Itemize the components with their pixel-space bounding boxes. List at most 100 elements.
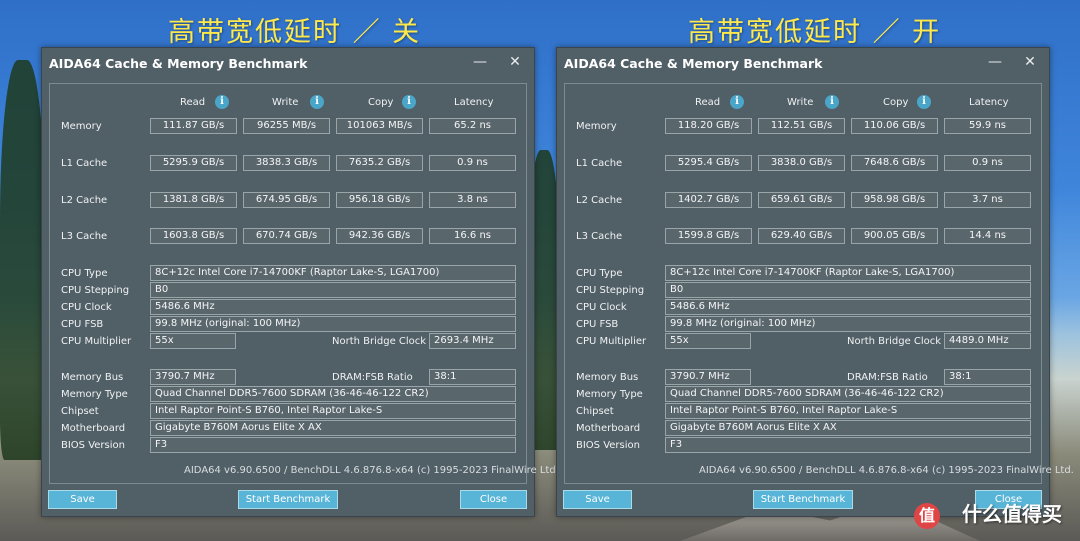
title-bar[interactable]: AIDA64 Cache & Memory Benchmark — ✕ [557,48,1049,78]
memory-bus-value: 3790.7 MHz [665,369,751,385]
caption-right: 高带宽低延时 ／ 开 [688,17,942,48]
chipset-label: Chipset [576,406,614,417]
memory-bus-label: Memory Bus [61,372,124,383]
watermark-text: 什么值得买 [962,502,1062,526]
memory-read-value: 111.87 GB/s [150,118,237,134]
motherboard-label: Motherboard [576,423,641,434]
info-icon[interactable]: i [310,95,324,109]
l2-write-value: 674.95 GB/s [243,192,330,208]
row-label-l1: L1 Cache [576,158,623,169]
l3-copy-value: 900.05 GB/s [851,228,938,244]
l1-copy-value: 7635.2 GB/s [336,155,423,171]
cpu-stepping-label: CPU Stepping [576,285,645,296]
info-icon[interactable]: i [917,95,931,109]
cpu-type-label: CPU Type [576,268,623,279]
memory-read-value: 118.20 GB/s [665,118,752,134]
memory-latency-value: 65.2 ns [429,118,516,134]
cpu-type-label: CPU Type [61,268,108,279]
chipset-label: Chipset [61,406,99,417]
l1-read-value: 5295.4 GB/s [665,155,752,171]
cpu-multiplier-value: 55x [150,333,236,349]
cpu-fsb-label: CPU FSB [61,319,104,330]
row-label-l2: L2 Cache [61,195,108,206]
header-write: Write [787,97,814,108]
info-icon[interactable]: i [730,95,744,109]
l2-write-value: 659.61 GB/s [758,192,845,208]
row-label-l3: L3 Cache [61,231,108,242]
header-read: Read [180,97,206,108]
l1-read-value: 5295.9 GB/s [150,155,237,171]
chipset-value: Intel Raptor Point-S B760, Intel Raptor … [150,403,516,419]
close-icon[interactable]: ✕ [1017,50,1043,74]
memory-type-value: Quad Channel DDR5-7600 SDRAM (36-46-46-1… [665,386,1031,402]
benchmark-window-right: AIDA64 Cache & Memory Benchmark — ✕ Read… [556,47,1074,517]
cpu-multiplier-value: 55x [665,333,751,349]
l3-latency-value: 14.4 ns [944,228,1031,244]
l2-read-value: 1381.8 GB/s [150,192,237,208]
background-tree [0,60,45,460]
l3-write-value: 670.74 GB/s [243,228,330,244]
memory-copy-value: 101063 MB/s [336,118,423,134]
motherboard-value: Gigabyte B760M Aorus Elite X AX [665,420,1031,436]
start-benchmark-button[interactable]: Start Benchmark [753,490,853,509]
l2-read-value: 1402.7 GB/s [665,192,752,208]
memory-bus-value: 3790.7 MHz [150,369,236,385]
title-bar[interactable]: AIDA64 Cache & Memory Benchmark — ✕ [42,48,534,78]
close-button[interactable]: Close [460,490,527,509]
cpu-fsb-value: 99.8 MHz (original: 100 MHz) [665,316,1031,332]
memory-write-value: 96255 MB/s [243,118,330,134]
motherboard-value: Gigabyte B760M Aorus Elite X AX [150,420,516,436]
l3-read-value: 1603.8 GB/s [150,228,237,244]
header-copy: Copy [368,97,394,108]
memory-latency-value: 59.9 ns [944,118,1031,134]
bios-value: F3 [150,437,516,453]
memory-type-value: Quad Channel DDR5-7600 SDRAM (36-46-46-1… [150,386,516,402]
bios-value: F3 [665,437,1031,453]
row-label-memory: Memory [576,121,617,132]
l3-copy-value: 942.36 GB/s [336,228,423,244]
l3-read-value: 1599.8 GB/s [665,228,752,244]
footer-copyright: AIDA64 v6.90.6500 / BenchDLL 4.6.876.8-x… [184,465,559,476]
cpu-multiplier-label: CPU Multiplier [576,336,647,347]
header-copy: Copy [883,97,909,108]
close-icon[interactable]: ✕ [502,50,528,74]
header-write: Write [272,97,299,108]
memory-write-value: 112.51 GB/s [758,118,845,134]
header-latency: Latency [969,97,1009,108]
cpu-multiplier-label: CPU Multiplier [61,336,132,347]
cpu-stepping-value: B0 [150,282,516,298]
motherboard-label: Motherboard [61,423,126,434]
info-icon[interactable]: i [402,95,416,109]
l2-copy-value: 956.18 GB/s [336,192,423,208]
cpu-type-value: 8C+12c Intel Core i7-14700KF (Raptor Lak… [150,265,516,281]
info-icon[interactable]: i [215,95,229,109]
memory-type-label: Memory Type [61,389,128,400]
memory-bus-label: Memory Bus [576,372,639,383]
l1-write-value: 3838.0 GB/s [758,155,845,171]
cpu-clock-label: CPU Clock [61,302,112,313]
l2-latency-value: 3.7 ns [944,192,1031,208]
dram-fsb-value: 38:1 [429,369,516,385]
start-benchmark-button[interactable]: Start Benchmark [238,490,338,509]
cpu-fsb-label: CPU FSB [576,319,619,330]
save-button[interactable]: Save [48,490,117,509]
minimize-icon[interactable]: — [467,50,493,74]
nb-clock-label: North Bridge Clock [332,336,427,347]
save-button[interactable]: Save [563,490,632,509]
cpu-clock-value: 5486.6 MHz [150,299,516,315]
cpu-stepping-label: CPU Stepping [61,285,130,296]
nb-clock-value: 2693.4 MHz [429,333,516,349]
l1-latency-value: 0.9 ns [944,155,1031,171]
benchmark-window-left: AIDA64 Cache & Memory Benchmark — ✕ Read… [41,47,559,517]
dram-fsb-value: 38:1 [944,369,1031,385]
cpu-clock-label: CPU Clock [576,302,627,313]
header-latency: Latency [454,97,494,108]
caption-left: 高带宽低延时 ／ 关 [168,17,422,48]
info-icon[interactable]: i [825,95,839,109]
cpu-clock-value: 5486.6 MHz [665,299,1031,315]
nb-clock-value: 4489.0 MHz [944,333,1031,349]
window-title: AIDA64 Cache & Memory Benchmark [564,56,823,71]
minimize-icon[interactable]: — [982,50,1008,74]
l3-latency-value: 16.6 ns [429,228,516,244]
row-label-l1: L1 Cache [61,158,108,169]
